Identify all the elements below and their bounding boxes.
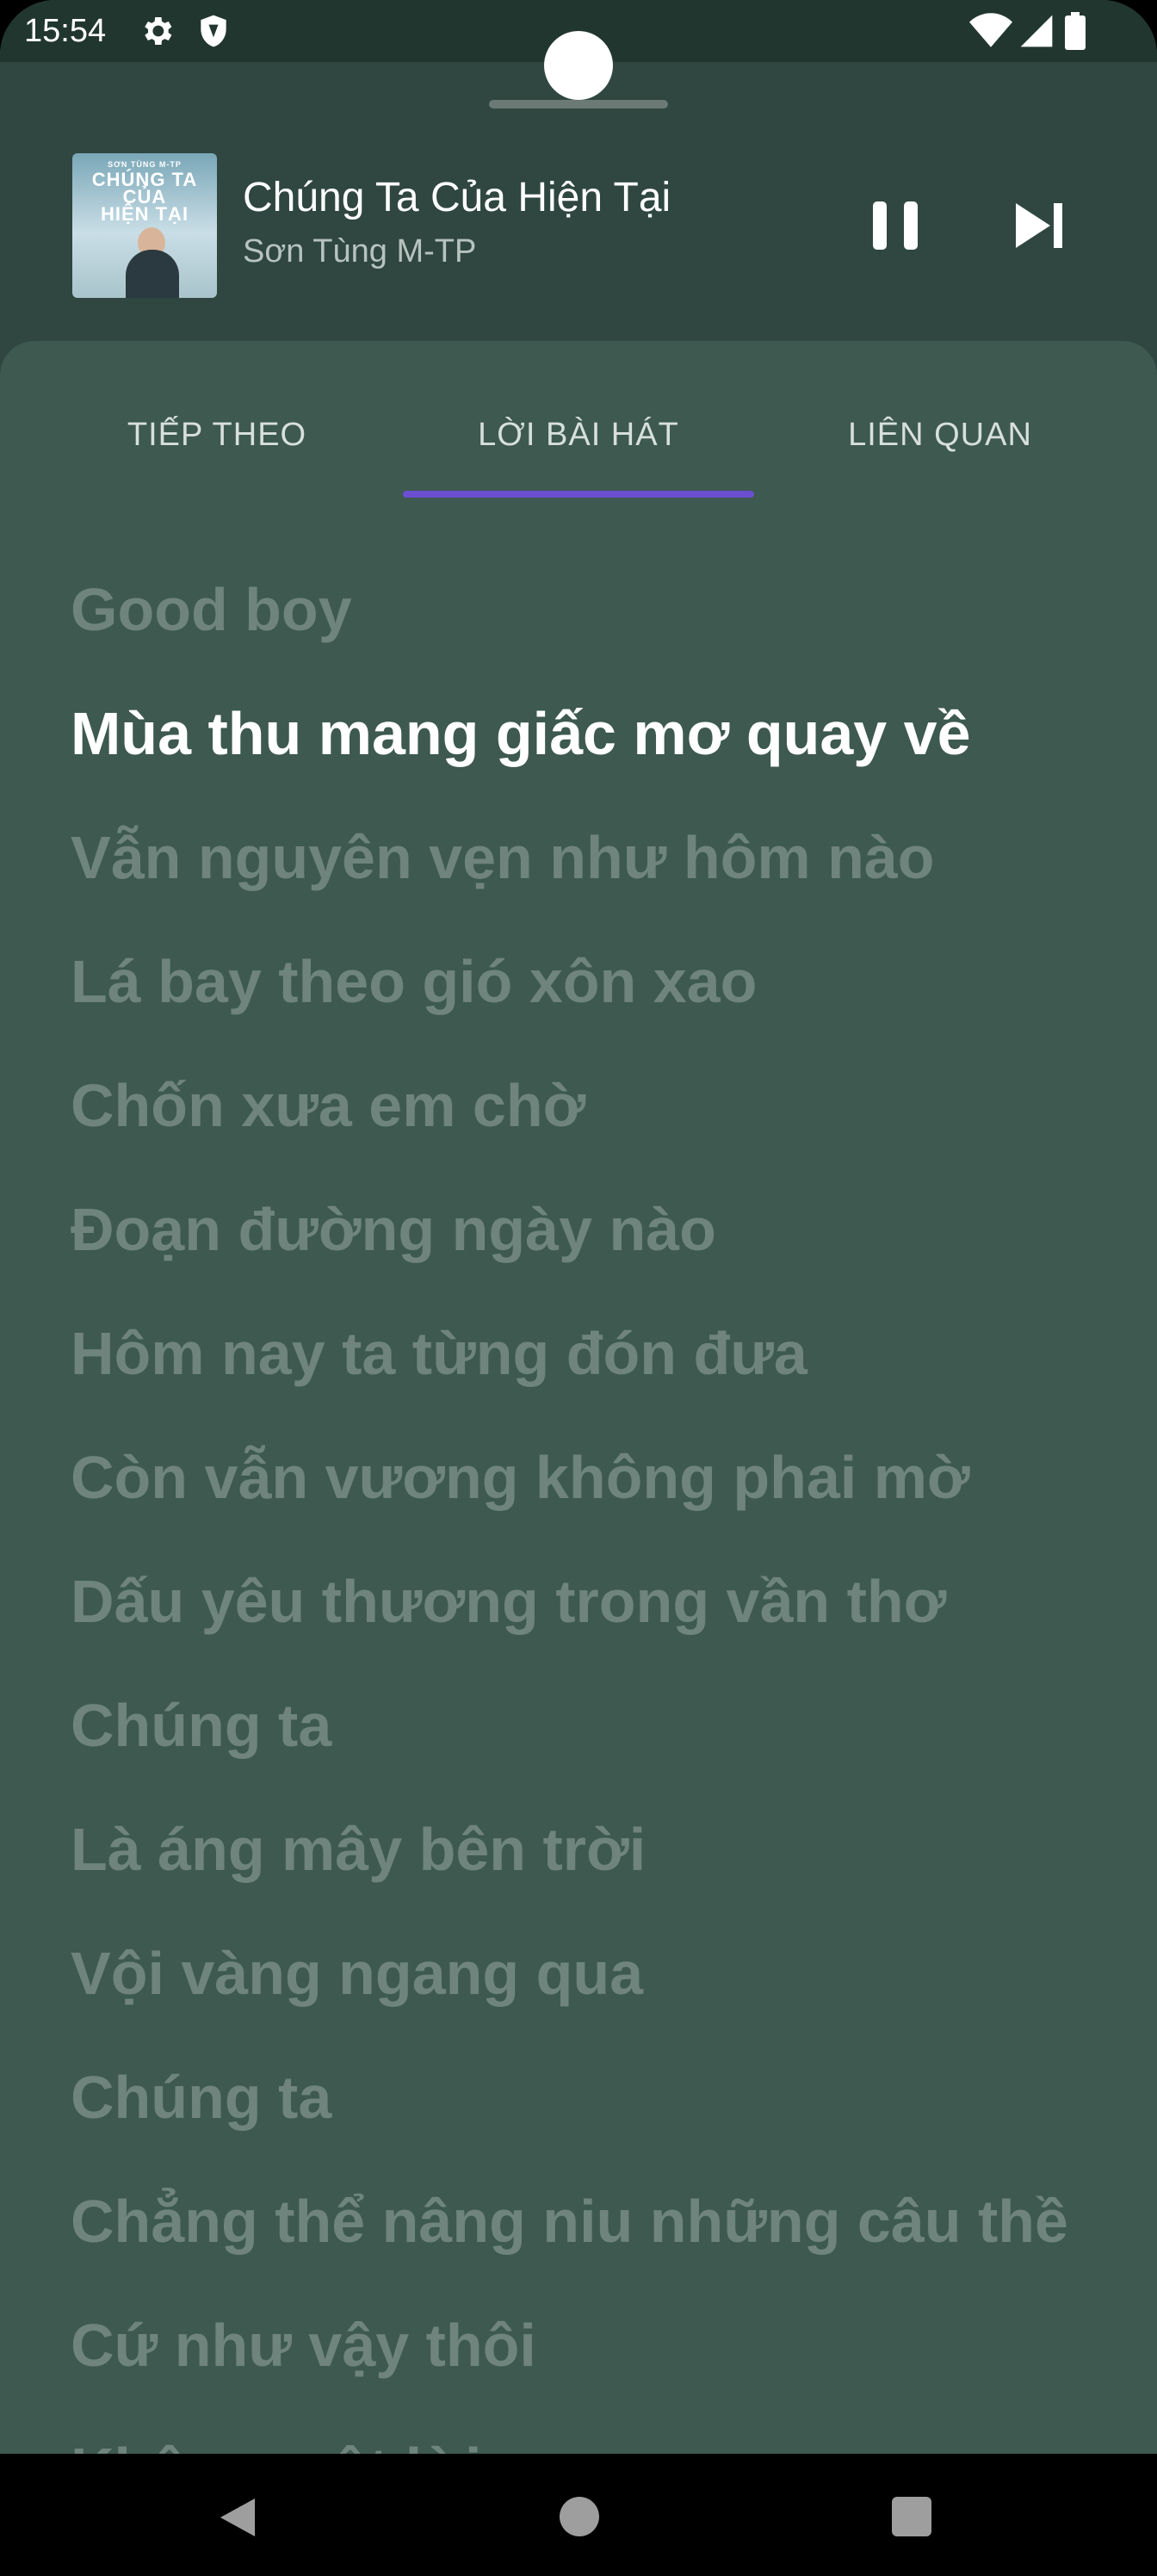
lyrics-list[interactable]: Good boy Mùa thu mang giấc mơ quay về Vẫ… <box>71 548 1121 2454</box>
lyric-line[interactable]: Còn vẫn vương không phai mờ <box>71 1415 1121 1539</box>
song-title: Chúng Ta Của Hiện Tại <box>243 175 671 220</box>
lyric-line[interactable]: Cứ như vậy thôi <box>71 2283 1121 2407</box>
status-time: 15:54 <box>24 13 107 49</box>
album-art-figure <box>126 250 179 298</box>
shield-icon <box>201 15 226 47</box>
lyric-line[interactable]: Chúng ta <box>71 2035 1121 2159</box>
battery-icon <box>1065 12 1086 50</box>
lyric-line[interactable]: Dấu yêu thương trong vần thơ <box>71 1539 1121 1663</box>
wifi-icon <box>969 13 1012 47</box>
drag-handle[interactable] <box>489 100 668 108</box>
tab-lyrics[interactable]: LỜI BÀI HÁT <box>398 413 759 456</box>
album-art-artist: SƠN TÙNG M-TP <box>108 160 182 169</box>
lyric-line[interactable]: Lá bay theo gió xôn xao <box>71 920 1121 1043</box>
lyric-line[interactable]: Good boy <box>71 548 1121 672</box>
gear-icon <box>145 17 172 45</box>
home-circle-icon[interactable] <box>560 2497 599 2536</box>
signal-icon <box>1020 15 1053 47</box>
back-triangle-icon[interactable] <box>215 2495 260 2540</box>
lyric-line[interactable]: Vẫn nguyên vẹn như hôm nào <box>71 796 1121 920</box>
lyric-line[interactable]: Không một lời <box>71 2407 1121 2454</box>
album-art-line-3: HIỆN TẠI <box>100 203 189 225</box>
lyric-line[interactable]: Vội vàng ngang qua <box>71 1911 1121 2035</box>
tab-bar: TIẾP THEO LỜI BÀI HÁT LIÊN QUAN <box>0 341 1157 505</box>
lyric-line-active[interactable]: Mùa thu mang giấc mơ quay về <box>71 672 1121 796</box>
skip-next-icon[interactable] <box>1011 195 1073 257</box>
lyric-line[interactable]: Chốn xưa em chờ <box>71 1043 1121 1167</box>
lyric-line[interactable]: Chẳng thể nâng niu những câu thề <box>71 2159 1121 2283</box>
lyric-line[interactable]: Đoạn đường ngày nào <box>71 1167 1121 1291</box>
camera-cutout <box>544 31 613 100</box>
bottom-sheet: TIẾP THEO LỜI BÀI HÁT LIÊN QUAN Good boy… <box>0 341 1157 2454</box>
lyric-line[interactable]: Hôm nay ta từng đón đưa <box>71 1291 1121 1415</box>
lyric-line[interactable]: Chúng ta <box>71 1663 1121 1787</box>
recents-square-icon[interactable] <box>892 2497 931 2536</box>
tab-up-next[interactable]: TIẾP THEO <box>36 413 398 456</box>
lyric-line[interactable]: Là áng mây bên trời <box>71 1787 1121 1911</box>
tab-indicator <box>403 491 754 498</box>
album-art[interactable]: SƠN TÙNG M-TP CHÚNG TA CỦA HIỆN TẠI <box>72 153 217 298</box>
pause-icon[interactable] <box>864 195 926 257</box>
app-screen: 15:54 SƠN TÙNG M-TP CHÚNG TA CỦA HIỆN TẠ… <box>0 0 1157 2454</box>
tab-related[interactable]: LIÊN QUAN <box>759 413 1121 456</box>
song-artist: Sơn Tùng M-TP <box>243 233 477 269</box>
